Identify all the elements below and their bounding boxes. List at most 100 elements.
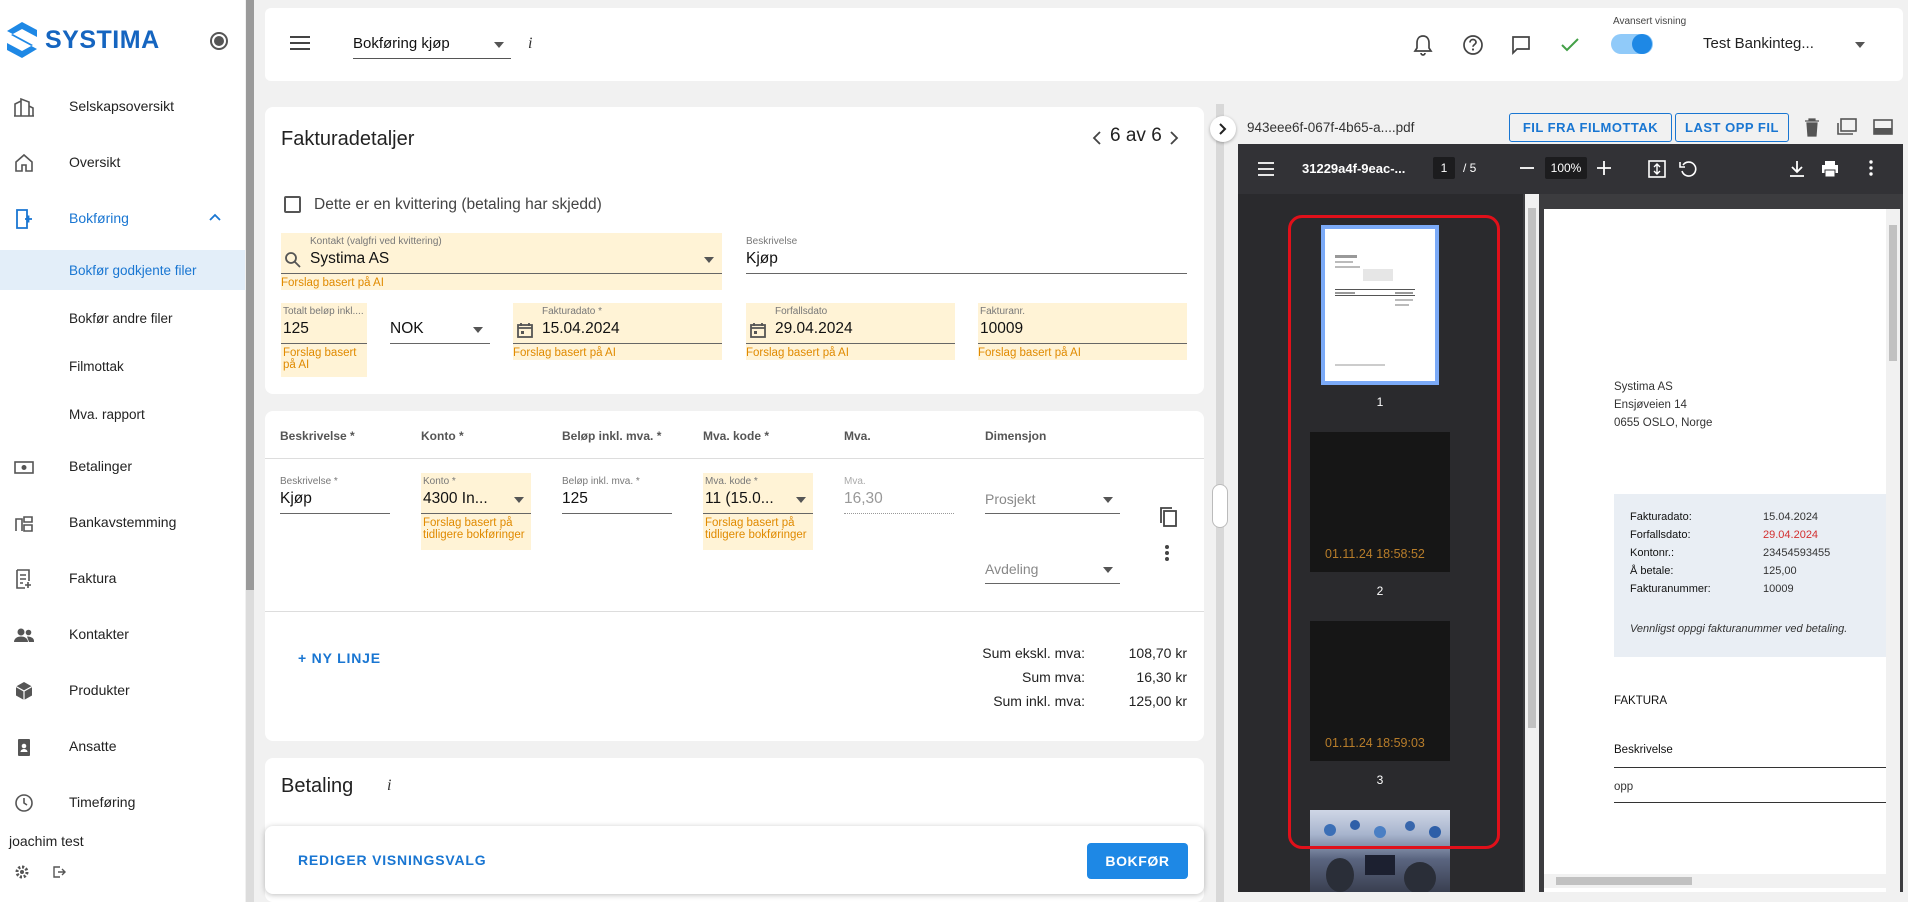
chevron-down-icon <box>494 42 504 48</box>
chevron-right-icon <box>1219 123 1227 135</box>
currency-select[interactable]: NOK <box>390 303 490 348</box>
edit-view-button[interactable]: REDIGER VISNINGSVALG <box>298 852 486 868</box>
menu-icon[interactable] <box>1258 162 1274 176</box>
project-select[interactable]: Prosjekt <box>985 473 1120 531</box>
invoice-date-field[interactable]: Fakturadato * 15.04.2024 Forslag basert … <box>513 303 722 360</box>
sidebar-item-bokforing[interactable]: Bokføring <box>0 200 245 236</box>
thumbnail-scrollbar[interactable] <box>1525 194 1539 892</box>
split-view-icon[interactable] <box>1872 118 1894 136</box>
info-icon[interactable]: i <box>387 777 391 795</box>
theme-toggle-icon[interactable] <box>210 32 228 50</box>
column-header: Mva. <box>844 429 871 443</box>
view-select[interactable]: Bokføring kjøp <box>353 32 511 59</box>
invoice-details-card: Fakturadetaljer 6 av 6 Dette er en kvitt… <box>265 107 1204 394</box>
chevron-up-icon[interactable] <box>208 211 222 225</box>
advanced-view-toggle[interactable] <box>1611 34 1653 54</box>
info-icon[interactable]: i <box>528 35 532 53</box>
home-icon <box>15 153 33 172</box>
pager: 6 av 6 <box>1110 125 1162 146</box>
settings-gear-icon[interactable] <box>14 864 30 880</box>
sidebar-item-ansatte[interactable]: Ansatte <box>0 728 245 764</box>
copy-icon[interactable] <box>1157 505 1179 529</box>
clock-icon <box>15 794 33 812</box>
products-icon <box>15 682 33 700</box>
sum-ex-label: Sum ekskl. mva: <box>982 645 1085 661</box>
sidebar-item-bankavstemming[interactable]: Bankavstemming <box>0 504 245 540</box>
document-horizontal-scrollbar[interactable] <box>1544 874 1886 888</box>
more-vertical-icon[interactable] <box>1869 160 1873 176</box>
pdf-page-input[interactable]: 1 <box>1433 157 1455 179</box>
menu-icon[interactable] <box>290 35 310 51</box>
invoice-number-field[interactable]: Fakturanr. 10009 Forslag basert på AI <box>978 303 1187 360</box>
panel-resize-handle[interactable] <box>1212 484 1228 528</box>
calendar-icon <box>517 323 533 338</box>
bell-icon[interactable] <box>1413 34 1433 56</box>
file-from-inbox-button[interactable]: FIL FRA FILMOTTAK <box>1509 113 1672 142</box>
sidebar-subitem-filmottak[interactable]: Filmottak <box>0 346 245 386</box>
zoom-in-icon[interactable] <box>1597 161 1611 175</box>
sidebar-item-timeforing[interactable]: Timeføring <box>0 784 245 820</box>
line-account-field[interactable]: Konto * 4300 In... Forslag basert på tid… <box>421 473 531 550</box>
highlight-box <box>1288 215 1500 849</box>
due-date-field[interactable]: Forfallsdato 29.04.2024 Forslag basert p… <box>746 303 955 360</box>
add-line-button[interactable]: + NY LINJE <box>298 650 381 666</box>
sidebar-item-betalinger[interactable]: Betalinger <box>0 448 245 484</box>
document-vertical-scrollbar[interactable] <box>1886 209 1900 892</box>
column-header: Beskrivelse * <box>280 429 355 443</box>
upload-file-button[interactable]: LAST OPP FIL <box>1675 113 1789 142</box>
more-vertical-icon[interactable] <box>1164 544 1170 562</box>
top-bar: Bokføring kjøp i Avansert visning Test B… <box>265 8 1903 81</box>
search-icon <box>285 252 301 268</box>
chevron-left-icon[interactable] <box>1092 131 1102 145</box>
logo-text: SYSTIMA <box>45 25 160 54</box>
chevron-down-icon[interactable] <box>1855 42 1865 48</box>
trash-icon[interactable] <box>1804 117 1820 137</box>
company-select[interactable]: Test Bankinteg... <box>1703 35 1814 52</box>
document-line-item: opp <box>1614 781 1634 793</box>
invoice-icon <box>16 569 31 589</box>
sidebar-subitem-mva-rapport[interactable]: Mva. rapport <box>0 394 245 434</box>
bookkeeping-icon <box>16 209 32 229</box>
window-icon[interactable] <box>1836 118 1858 136</box>
line-vat-code-field[interactable]: Mva. kode * 11 (15.0... Forslag basert p… <box>703 473 813 550</box>
invoice-details-title: Fakturadetaljer <box>281 128 415 150</box>
column-header: Konto * <box>421 429 464 443</box>
chat-icon[interactable] <box>1510 34 1532 56</box>
sum-vat-value: 16,30 kr <box>1136 669 1187 685</box>
sender-city: 0655 OSLO, Norge <box>1614 417 1713 429</box>
line-description-field[interactable]: Beskrivelse * Kjøp <box>280 473 390 531</box>
line-amount-field[interactable]: Beløp inkl. mva. * 125 <box>562 473 672 531</box>
receipt-checkbox[interactable] <box>284 196 301 213</box>
sidebar-subitem-bokfor-godkjente-filer[interactable]: Bokfør godkjente filer <box>0 250 245 290</box>
line-vat-amount-field: Mva. 16,30 <box>844 473 954 531</box>
department-select[interactable]: Avdeling <box>985 543 1120 601</box>
sidebar-item-oversikt[interactable]: Oversikt <box>0 144 245 180</box>
contact-field[interactable]: Kontakt (valgfri ved kvittering) Systima… <box>281 233 722 290</box>
total-amount-field[interactable]: Totalt beløp inkl.... 125 Forslag basert… <box>281 303 367 377</box>
sidebar-subitem-bokfor-andre-filer[interactable]: Bokfør andre filer <box>0 298 245 338</box>
print-icon[interactable] <box>1821 160 1839 178</box>
check-icon[interactable] <box>1560 36 1580 54</box>
employees-icon <box>18 739 30 756</box>
sidebar-item-kontakter[interactable]: Kontakter <box>0 616 245 652</box>
chevron-right-icon[interactable] <box>1169 131 1179 145</box>
fit-page-icon[interactable] <box>1648 160 1666 178</box>
zoom-out-icon[interactable] <box>1520 167 1534 169</box>
zoom-level[interactable]: 100% <box>1545 157 1587 179</box>
pdf-page-count: / 5 <box>1463 161 1477 175</box>
sidebar-item-faktura[interactable]: Faktura <box>0 560 245 596</box>
sidebar-item-selskapsoversikt[interactable]: Selskapsoversikt <box>0 88 245 124</box>
sidebar-scrollbar-thumb[interactable] <box>246 0 254 590</box>
rotate-icon[interactable] <box>1679 160 1697 178</box>
sender-address: Ensjøveien 14 <box>1614 399 1687 411</box>
description-field[interactable]: Beskrivelse Kjøp <box>746 233 1187 278</box>
pdf-thumbnails-panel: 1 01.11.24 18:58:52 2 01.11.24 18:59:03 … <box>1238 194 1539 892</box>
help-icon[interactable] <box>1462 34 1484 56</box>
download-icon[interactable] <box>1789 160 1805 178</box>
systima-logo[interactable]: SYSTIMA <box>5 20 160 60</box>
collapse-panel-button[interactable] <box>1210 116 1236 142</box>
logout-icon[interactable] <box>51 864 67 880</box>
sidebar-item-produkter[interactable]: Produkter <box>0 672 245 708</box>
ai-hint: Forslag basert på AI <box>281 277 384 289</box>
book-button[interactable]: BOKFØR <box>1087 843 1188 879</box>
